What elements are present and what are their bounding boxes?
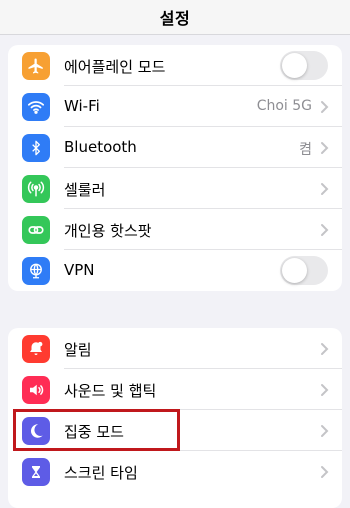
page-title: 설정 (159, 9, 191, 28)
settings-row-label: 셀룰러 (64, 181, 106, 199)
chevron-right-icon (321, 466, 329, 478)
bluetooth-icon (22, 134, 50, 162)
settings-row-label: 에어플레인 모드 (64, 58, 166, 76)
cellular-icon (22, 175, 50, 203)
settings-row-screen-time[interactable]: 스크린 타임 (8, 451, 342, 492)
settings-row-wifi[interactable]: Wi-Fi Choi 5G (8, 86, 342, 127)
settings-row-notifications[interactable]: 알림 (8, 328, 342, 369)
chevron-right-icon (321, 101, 329, 113)
settings-row-sounds-haptics[interactable]: 사운드 및 햅틱 (8, 369, 342, 410)
chevron-right-icon (321, 142, 329, 154)
settings-row-bluetooth[interactable]: Bluetooth 켬 (8, 127, 342, 168)
navigation-bar: 설정 (0, 0, 350, 35)
settings-row-airplane-mode[interactable]: 에어플레인 모드 (8, 45, 342, 86)
settings-row-label: 개인용 핫스팟 (64, 222, 152, 240)
settings-row-label: 사운드 및 햅틱 (64, 382, 157, 400)
bluetooth-status-value: 켬 (299, 142, 312, 158)
vpn-icon (22, 257, 50, 285)
hotspot-icon (22, 216, 50, 244)
chevron-right-icon (321, 183, 329, 195)
chevron-right-icon (321, 425, 329, 437)
settings-row-vpn[interactable]: VPN (8, 250, 342, 291)
notifications-icon (22, 335, 50, 363)
wifi-network-value: Choi 5G (256, 98, 312, 114)
settings-row-label: VPN (64, 261, 95, 279)
airplane-icon (22, 52, 50, 80)
chevron-right-icon (321, 224, 329, 236)
toggle-knob (282, 258, 307, 283)
settings-row-label: 알림 (64, 341, 92, 359)
settings-row-label: Wi-Fi (64, 97, 100, 115)
vpn-toggle[interactable] (280, 256, 328, 285)
wifi-icon (22, 93, 50, 121)
toggle-knob (282, 53, 307, 78)
sound-icon (22, 376, 50, 404)
focus-mode-highlight-box (13, 409, 180, 451)
chevron-right-icon (321, 343, 329, 355)
connectivity-group: 에어플레인 모드 Wi-Fi Choi 5G Bluetooth 켬 셀룰러 개… (8, 45, 342, 291)
settings-row-label: Bluetooth (64, 138, 137, 156)
airplane-mode-toggle[interactable] (280, 51, 328, 80)
settings-row-cellular[interactable]: 셀룰러 (8, 168, 342, 209)
chevron-right-icon (321, 384, 329, 396)
settings-row-personal-hotspot[interactable]: 개인용 핫스팟 (8, 209, 342, 250)
settings-row-label: 스크린 타임 (64, 464, 138, 482)
hourglass-icon (22, 458, 50, 486)
